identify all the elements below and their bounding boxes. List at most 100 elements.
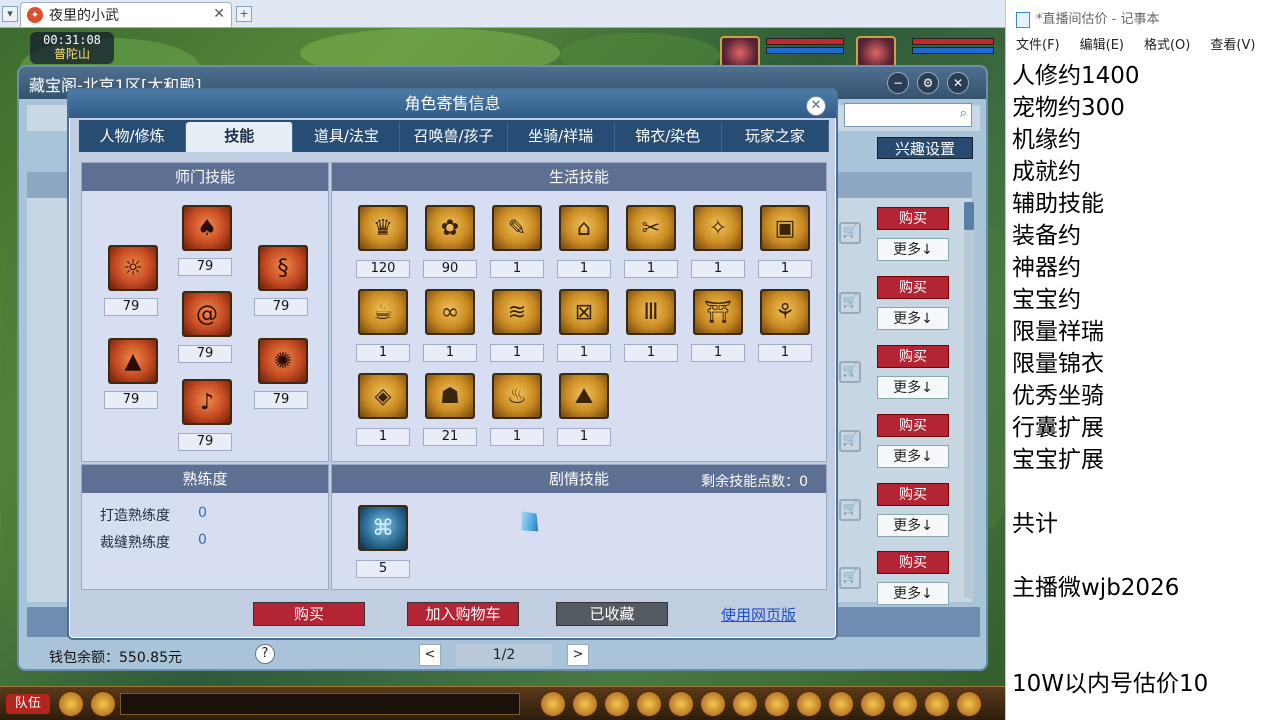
tab-outfits[interactable]: 锦衣/染色 [615,122,722,152]
listing-scrollbar[interactable] [964,202,974,598]
dialog-close-icon[interactable]: ✕ [806,96,826,116]
listing-more-button[interactable]: 更多↓ [877,307,949,330]
scrollbar-thumb[interactable] [964,202,974,230]
shimen-skill-icon[interactable]: ✺ [258,338,308,384]
listing-buy-button[interactable]: 购买 [877,551,949,574]
page-next-button[interactable]: > [567,644,589,666]
collected-button[interactable]: 已收藏 [556,602,668,626]
skill-level: 1 [557,344,611,362]
menu-edit[interactable]: 编辑(E) [1080,34,1124,58]
life-skill-icon[interactable]: ⌂ [559,205,609,251]
shop-icon[interactable] [828,691,854,717]
close-icon[interactable]: ✕ [947,72,969,94]
life-skill-icon[interactable]: ⛩ [693,289,743,335]
search-input[interactable]: ⌕ [844,103,972,127]
tab-items[interactable]: 道具/法宝 [293,122,401,152]
skill-level: 79 [178,433,232,451]
listing-buy-button[interactable]: 购买 [877,276,949,299]
listing-buy-button[interactable]: 购买 [877,483,949,506]
life-skill-icon[interactable]: ☗ [425,373,475,419]
bag-icon[interactable] [572,691,598,717]
chat-icon[interactable] [90,691,116,717]
skill-level: 21 [423,428,477,446]
add-to-cart-button[interactable]: 加入购物车 [407,602,519,626]
cart-icon[interactable]: 🛒 [839,222,861,244]
note-line: 成就约 [1012,159,1081,185]
listing-buy-button[interactable]: 购买 [877,345,949,368]
system-icon[interactable] [924,691,950,717]
settings-icon[interactable] [956,691,982,717]
new-tab-button[interactable]: + [236,6,252,22]
life-skill-icon[interactable]: ✎ [492,205,542,251]
life-skill-icon[interactable]: ⚘ [760,289,810,335]
tab-menu-button[interactable]: ▾ [2,6,18,22]
menu-file[interactable]: 文件(F) [1016,34,1060,58]
life-skill-icon[interactable]: Ⅲ [626,289,676,335]
life-skill-icon[interactable]: ✂ [626,205,676,251]
life-skill-icon[interactable]: ∞ [425,289,475,335]
buy-button[interactable]: 购买 [253,602,365,626]
emote-icon[interactable] [892,691,918,717]
cart-icon[interactable]: 🛒 [839,292,861,314]
life-skill-icon[interactable]: ♨ [492,373,542,419]
listing-more-button[interactable]: 更多↓ [877,582,949,605]
tailor-proficiency-label: 裁缝熟练度 [100,535,170,551]
browser-tab[interactable]: ✦ 夜里的小武 ✕ [20,2,232,27]
settings-gear-icon[interactable]: ⚙ [917,72,939,94]
chat-input[interactable] [120,693,520,715]
guild-icon[interactable] [764,691,790,717]
pet-icon[interactable] [860,691,886,717]
listing-buy-button[interactable]: 购买 [877,207,949,230]
tab-character[interactable]: 人物/修炼 [79,122,187,152]
life-skill-icon[interactable]: ⛰ [559,373,609,419]
listing-more-button[interactable]: 更多↓ [877,445,949,468]
web-version-link[interactable]: 使用网页版 [721,604,796,625]
gift-icon[interactable] [604,691,630,717]
minimize-icon[interactable]: − [887,72,909,94]
life-skill-icon[interactable]: ⊠ [559,289,609,335]
menu-view[interactable]: 查看(V) [1210,34,1255,58]
life-skill-icon[interactable]: ✧ [693,205,743,251]
shimen-skill-icon[interactable]: ♠ [182,205,232,251]
listing-more-button[interactable]: 更多↓ [877,238,949,261]
skill-level: 79 [104,298,158,316]
attack-icon[interactable] [540,691,566,717]
cart-icon[interactable]: 🛒 [839,499,861,521]
shimen-skill-icon[interactable]: ▲ [108,338,158,384]
listing-more-button[interactable]: 更多↓ [877,376,949,399]
life-skill-icon[interactable]: ≋ [492,289,542,335]
life-skill-icon[interactable]: ☕ [358,289,408,335]
cart-icon[interactable]: 🛒 [839,567,861,589]
mail-icon[interactable] [636,691,662,717]
story-skill-icon[interactable]: ⌘ [358,505,408,551]
cart-icon[interactable]: 🛒 [839,430,861,452]
team-button[interactable]: 队伍 [6,694,50,714]
tab-pets[interactable]: 召唤兽/孩子 [400,122,508,152]
skill-book-icon[interactable] [700,691,726,717]
listing-more-button[interactable]: 更多↓ [877,514,949,537]
life-skill-icon[interactable]: ▣ [760,205,810,251]
tab-home[interactable]: 玩家之家 [722,122,829,152]
quest-icon[interactable] [668,691,694,717]
shimen-skill-icon[interactable]: § [258,245,308,291]
help-icon[interactable]: ? [255,644,275,664]
proficiency-header: 熟练度 [82,465,328,493]
menu-format[interactable]: 格式(O) [1144,34,1190,58]
shimen-skill-icon[interactable]: ☼ [108,245,158,291]
life-skill-icon[interactable]: ♛ [358,205,408,251]
mic-icon[interactable] [58,691,84,717]
tab-mounts[interactable]: 坐骑/祥瑞 [508,122,615,152]
tab-skills[interactable]: 技能 [186,122,294,152]
shimen-skill-icon[interactable]: ♪ [182,379,232,425]
life-skill-icon[interactable]: ✿ [425,205,475,251]
listing-buy-button[interactable]: 购买 [877,414,949,437]
map-icon[interactable] [796,691,822,717]
tab-close-icon[interactable]: ✕ [213,6,225,22]
interest-settings-button[interactable]: 兴趣设置 [877,137,973,159]
life-skill-icon[interactable]: ◈ [358,373,408,419]
cart-icon[interactable]: 🛒 [839,361,861,383]
page-prev-button[interactable]: < [419,644,441,666]
notepad-text-area[interactable]: 人修约1400 宠物约300 机缘约 成就约 辅助技能 装备约 神器约 宝宝约 … [1012,60,1278,700]
friends-icon[interactable] [732,691,758,717]
shimen-skill-icon[interactable]: @ [182,291,232,337]
